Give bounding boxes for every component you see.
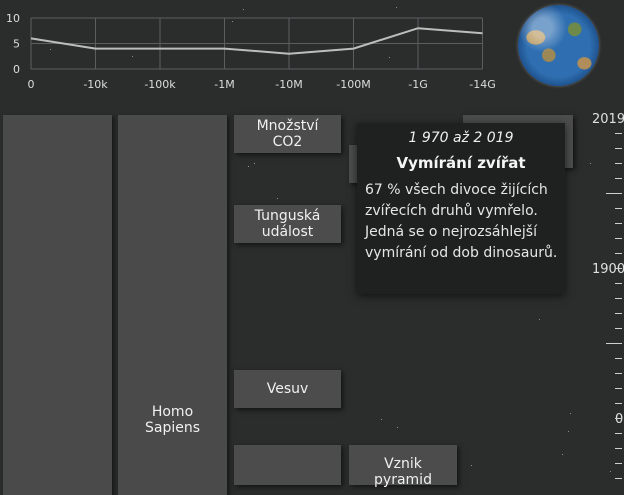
scale-label-2019: 2019	[592, 112, 624, 127]
chart-grid	[30, 17, 483, 70]
scale-tick	[615, 403, 622, 404]
y-axis-ticks: 10 5 0	[6, 12, 20, 76]
scale-tick	[606, 343, 622, 344]
chart-series-line	[30, 27, 483, 55]
scale-tick	[615, 463, 622, 464]
event-co2-button[interactable]: Množství CO2	[234, 115, 341, 153]
x-tick-label: -10k	[83, 78, 108, 91]
event-pyramids-button[interactable]: Vznik pyramid	[349, 445, 457, 488]
event-box[interactable]	[234, 445, 341, 485]
event-vesuvius-button[interactable]: Vesuv	[234, 370, 341, 408]
tooltip-title: Vymírání zvířat	[396, 154, 526, 172]
event-tooltip: 1 970 až 2 019 Vymírání zvířat 67 % všec…	[357, 123, 565, 294]
earth-globe-icon[interactable]	[518, 5, 599, 86]
scale-tick	[606, 193, 622, 194]
timeline-column-1[interactable]	[3, 115, 112, 495]
x-axis-ticks: 0 -10k -100k -1M -10M -100M -1G -14G	[28, 78, 496, 91]
x-tick-label: -14G	[469, 78, 496, 91]
timeline-column-homo-sapiens[interactable]: Homo Sapiens	[118, 115, 227, 495]
scale-tick	[615, 178, 622, 179]
scale-tick	[615, 433, 622, 434]
y-tick-label: 5	[13, 38, 20, 51]
y-tick-label: 0	[13, 63, 20, 76]
scale-tick	[615, 373, 622, 374]
scale-tick	[615, 148, 622, 149]
scale-tick	[615, 478, 622, 479]
scale-tick	[615, 208, 622, 209]
scale-tick	[615, 298, 622, 299]
scale-tick	[615, 163, 622, 164]
x-tick-label: -1G	[408, 78, 428, 91]
x-tick-label: -1M	[214, 78, 234, 91]
scale-tick	[615, 418, 622, 419]
y-tick-label: 10	[6, 12, 20, 25]
tooltip-description: 67 % všech divoce žijících zvířecích dru…	[365, 182, 558, 261]
scale-tick	[615, 268, 622, 269]
scale-tick	[615, 238, 622, 239]
scale-tick	[615, 133, 622, 134]
column-label: Homo Sapiens	[144, 404, 201, 436]
event-tunguska-button[interactable]: Tunguská událost	[234, 205, 341, 243]
scale-label-1900: 1900	[592, 262, 624, 277]
scale-tick	[615, 223, 622, 224]
scale-tick	[615, 448, 622, 449]
x-tick-label: -100M	[336, 78, 370, 91]
x-tick-label: 0	[28, 78, 35, 91]
scale-tick	[615, 313, 622, 314]
x-tick-label: -100k	[144, 78, 176, 91]
temperature-chart: 10 5 0 0 -10k -100k -1M -10M -100M -1G -14G	[6, 12, 496, 91]
scale-label-0: 0	[615, 412, 624, 427]
scale-tick	[615, 253, 622, 254]
scale-tick	[615, 358, 622, 359]
x-tick-label: -10M	[275, 78, 302, 91]
tooltip-date-range: 1 970 až 2 019	[408, 130, 514, 146]
scale-tick	[615, 388, 622, 389]
scale-tick	[615, 328, 622, 329]
scale-tick	[615, 283, 622, 284]
